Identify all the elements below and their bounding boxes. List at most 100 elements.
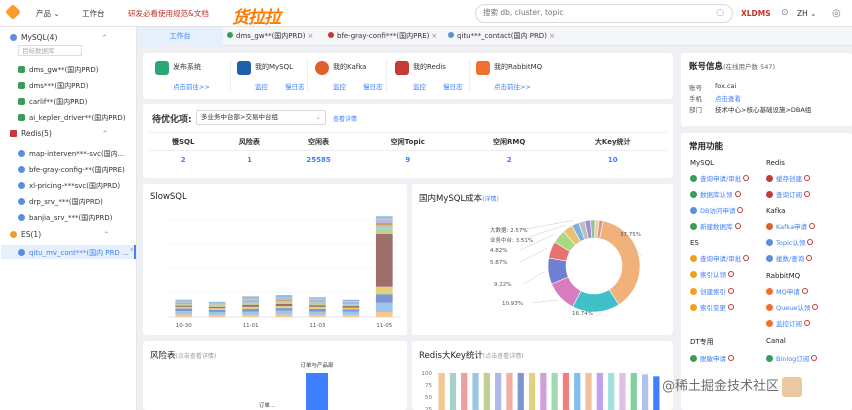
- help-icon[interactable]: [728, 288, 734, 294]
- docs-link[interactable]: 研发必看使用规范&文档: [128, 0, 209, 27]
- function-create-db[interactable]: 新建数据库: [690, 221, 741, 231]
- bar-segment: [342, 301, 360, 304]
- sidebar-filter-input[interactable]: 目标数据库: [18, 45, 82, 56]
- function-db-claim[interactable]: 数据库认领: [690, 189, 741, 199]
- function-monitor-subscribe[interactable]: 监控订阅: [766, 318, 810, 328]
- workbench-link[interactable]: 工作台: [82, 0, 105, 27]
- tab-bfe-gray-config[interactable]: bfe-gray-confi***(国内PRE) ×: [328, 27, 437, 46]
- help-icon[interactable]: [801, 288, 808, 294]
- sidebar-item[interactable]: xl-pricing-***svc(国内PRD): [18, 181, 120, 191]
- help-icon[interactable]: [728, 355, 734, 361]
- sidebar-group-mysql[interactable]: MySQL(4) ⌃: [10, 33, 108, 42]
- big-key-count[interactable]: 10: [558, 151, 667, 169]
- idle-rmq-count[interactable]: 2: [460, 151, 558, 169]
- help-icon[interactable]: [806, 255, 813, 261]
- bar: [585, 373, 592, 410]
- bar: [551, 373, 558, 410]
- function-create-index[interactable]: 创建索引: [690, 286, 734, 296]
- help-icon[interactable]: [812, 304, 819, 310]
- sidebar-item[interactable]: map-interven***-svc(国内...: [18, 149, 124, 159]
- risk-table-count[interactable]: 1: [217, 151, 281, 169]
- tab-workbench[interactable]: 工作台: [137, 27, 223, 46]
- language-switch[interactable]: ZH ⌄: [797, 0, 816, 27]
- app-logo[interactable]: [5, 4, 21, 20]
- message-icon[interactable]: ◎: [832, 0, 841, 27]
- quick-link-monitor[interactable]: 监控: [333, 81, 346, 91]
- function-desensitize[interactable]: 脱敏申请: [690, 353, 734, 363]
- help-icon[interactable]: [807, 239, 814, 245]
- help-icon[interactable]: [734, 223, 741, 229]
- collapse-sidebar-icon[interactable]: ‹: [130, 245, 134, 255]
- risk-bar[interactable]: [306, 373, 328, 410]
- product-menu[interactable]: 产品 ⌄: [36, 0, 60, 27]
- quick-link-slowlog[interactable]: 慢日志: [443, 81, 463, 91]
- close-icon[interactable]: ×: [549, 32, 555, 40]
- close-icon[interactable]: ×: [431, 32, 437, 40]
- help-icon[interactable]: [743, 255, 750, 261]
- settings-icon[interactable]: ⊙: [781, 0, 789, 27]
- help-icon[interactable]: [737, 207, 744, 213]
- function-index-claim[interactable]: 索引认领: [690, 269, 734, 279]
- search-icon[interactable]: ◌: [716, 8, 724, 18]
- sidebar-item-selected[interactable]: qitu_mv_cont***(国内 PRD ...: [18, 248, 129, 258]
- sidebar-item[interactable]: banjia_srv_***(国内PRD): [18, 213, 112, 223]
- quick-link-monitor[interactable]: 监控: [413, 81, 426, 91]
- function-queue-claim[interactable]: Queue认领: [766, 302, 819, 312]
- function-slowlog-query[interactable]: 缓数/查询: [766, 253, 813, 263]
- sidebar-item[interactable]: dms_gw**(国内PRD): [18, 65, 99, 75]
- function-query-subscribe[interactable]: 查询订阅: [766, 189, 810, 199]
- search-box[interactable]: ◌: [475, 4, 733, 23]
- risk-chart[interactable]: 订单与产品部 订单...: [143, 341, 407, 410]
- help-icon[interactable]: [804, 175, 810, 181]
- department-select[interactable]: 多业务中台部>交易中台组 ⌄: [196, 110, 326, 125]
- help-icon[interactable]: [804, 320, 810, 326]
- function-kafka-apply[interactable]: Kafka申请: [766, 221, 816, 231]
- quick-link-slowlog[interactable]: 慢日志: [285, 81, 305, 91]
- help-icon[interactable]: [728, 304, 734, 310]
- sidebar-group-redis[interactable]: Redis(5) ⌃: [10, 129, 108, 138]
- function-topic-claim[interactable]: Topic认领: [766, 237, 814, 247]
- idle-topic-count[interactable]: 9: [356, 151, 460, 169]
- sidebar-item[interactable]: bfe-gray-config-**(国内PRE): [18, 165, 125, 175]
- top-bar: 产品 ⌄ 工作台 研发必看使用规范&文档 货拉拉 ◌ XLDMS ⊙ ZH ⌄ …: [0, 0, 852, 28]
- user-name[interactable]: XLDMS: [741, 0, 771, 27]
- help-icon[interactable]: [809, 223, 816, 229]
- function-query-approve[interactable]: 查询申请/审批: [690, 173, 750, 183]
- bigkey-chart[interactable]: 100755025: [412, 341, 673, 410]
- function-db-access[interactable]: DB访问申请: [690, 205, 744, 215]
- slow-sql-count[interactable]: 2: [149, 151, 217, 169]
- section-rabbitmq: RabbitMQ: [766, 272, 801, 280]
- quick-link-monitor[interactable]: 监控: [255, 81, 268, 91]
- account-value: fox.cai: [715, 82, 737, 90]
- bar-segment: [208, 305, 226, 307]
- slowsql-chart[interactable]: 10-30 11-01 11-03 11-05: [143, 184, 407, 335]
- help-icon[interactable]: [743, 175, 750, 181]
- optimize-detail-link[interactable]: 查看详情: [333, 114, 357, 123]
- function-index-change[interactable]: 索引变更: [690, 302, 734, 312]
- slowlog-icon: [766, 255, 773, 262]
- sidebar-item[interactable]: carlif**(国内PRD): [18, 97, 87, 107]
- sidebar-item[interactable]: dms***(国内PRD): [18, 81, 88, 91]
- mysql-cost-pie-chart[interactable]: 37.75% 16.74% 10.93% 9.22% 5.87% 4.82% 业务中台: 3…: [412, 184, 673, 335]
- help-icon[interactable]: [811, 355, 818, 361]
- sidebar-group-es[interactable]: ES(1) ⌃: [10, 230, 109, 239]
- function-es-query[interactable]: 查询申请/审批: [690, 253, 750, 263]
- bar-segment: [275, 314, 293, 317]
- help-icon[interactable]: [734, 191, 741, 197]
- phone-reveal-link[interactable]: 点击查看: [715, 93, 741, 103]
- sidebar-item[interactable]: drp_srv_***(国内PRD): [18, 197, 103, 207]
- tab-dms-gw[interactable]: dms_gw**(国内PRD) ×: [227, 27, 313, 46]
- quick-link-slowlog[interactable]: 慢日志: [363, 81, 383, 91]
- quick-link-go[interactable]: 点击前往>>: [494, 81, 531, 91]
- search-input[interactable]: [483, 8, 703, 17]
- help-icon[interactable]: [728, 271, 734, 277]
- help-icon[interactable]: [804, 191, 810, 197]
- sidebar-item[interactable]: ai_kepler_driver**(国内PRD): [18, 113, 125, 123]
- function-binlog-subscribe[interactable]: Binlog订阅: [766, 353, 818, 363]
- tab-qitu-contact[interactable]: qitu***_contact(国内 PRD) ×: [448, 27, 555, 46]
- function-mq-apply[interactable]: MQ申请: [766, 286, 808, 296]
- idle-table-count[interactable]: 25585: [281, 151, 355, 169]
- quick-link-go[interactable]: 点击前往>>: [173, 81, 210, 91]
- function-cache-create[interactable]: 缓存创建: [766, 173, 810, 183]
- close-icon[interactable]: ×: [308, 32, 314, 40]
